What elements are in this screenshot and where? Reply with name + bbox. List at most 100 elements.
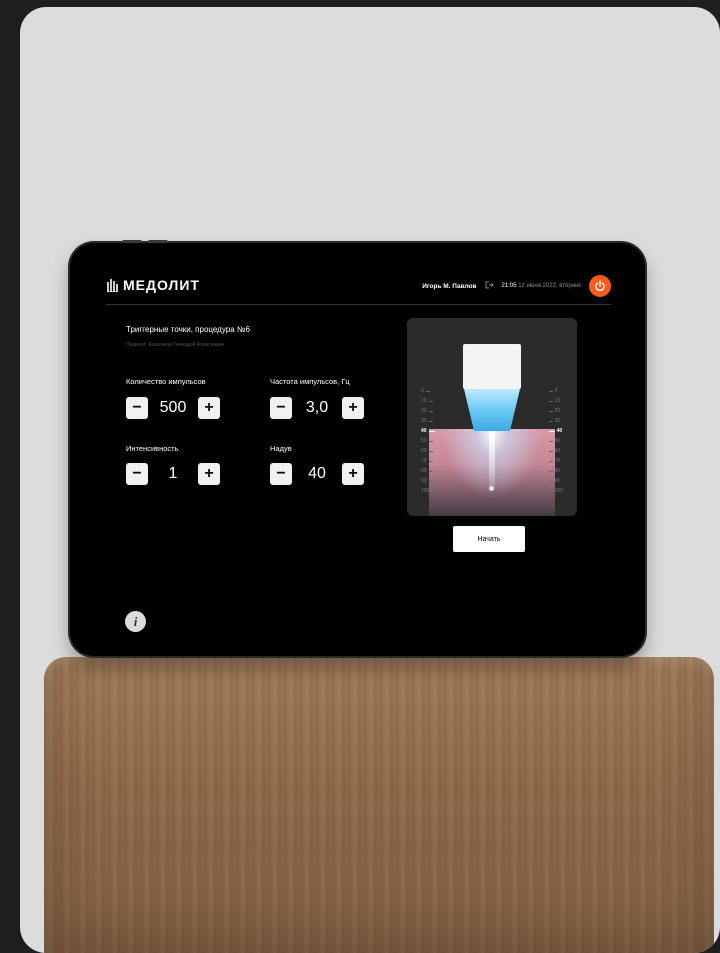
impulses-increment-button[interactable]: + bbox=[198, 397, 220, 419]
depth-tick-mark bbox=[431, 490, 436, 492]
depth-tick: 0 bbox=[548, 386, 563, 396]
depth-tick: 20 bbox=[421, 406, 435, 416]
depth-tick-mark bbox=[548, 490, 553, 492]
impulses-decrement-button[interactable]: − bbox=[126, 397, 148, 419]
depth-tick-mark bbox=[548, 440, 553, 442]
intensity-increment-button[interactable]: + bbox=[198, 463, 220, 485]
applicator-visualization: 0 10 20 30 40 50 60 70 80 90 100 0 10 20 30 40 50 60 70 80… bbox=[407, 318, 577, 516]
depth-tick-mark bbox=[428, 400, 433, 402]
intensity-label: Интенсивность bbox=[126, 444, 179, 453]
depth-tick: 20 bbox=[548, 406, 563, 416]
applicator-spray bbox=[464, 389, 520, 431]
depth-tick-mark bbox=[548, 460, 553, 462]
depth-tick-mark bbox=[428, 410, 433, 412]
depth-tick-mark bbox=[548, 450, 553, 452]
airflow-value[interactable]: 40 bbox=[292, 465, 342, 483]
depth-tick: 100 bbox=[421, 486, 436, 496]
depth-tick-mark bbox=[428, 450, 433, 452]
intensity-stepper: − 1 + bbox=[126, 463, 220, 485]
depth-tick-label: 40 bbox=[556, 428, 563, 434]
tablet-device: МЕДОЛИТ Игорь М. Павлов 21:05 12 июня 20… bbox=[70, 240, 645, 656]
depth-tick-mark bbox=[428, 440, 433, 442]
depth-tick-label: 10 bbox=[421, 398, 427, 404]
depth-scale-left: 0 10 20 30 40 50 60 70 80 90 100 bbox=[421, 386, 436, 496]
depth-tick-mark bbox=[548, 420, 553, 422]
depth-tick: 90 bbox=[548, 476, 563, 486]
logo-icon bbox=[107, 279, 118, 292]
depth-tick-label: 20 bbox=[421, 408, 427, 414]
depth-tick-mark bbox=[428, 480, 433, 482]
depth-tick-label: 30 bbox=[554, 418, 561, 424]
depth-tick-mark bbox=[548, 470, 553, 472]
current-time: 21:05 bbox=[501, 283, 517, 289]
airflow-increment-button[interactable]: + bbox=[342, 463, 364, 485]
impulses-label: Количество импульсов bbox=[126, 377, 206, 386]
intensity-value[interactable]: 1 bbox=[148, 465, 198, 483]
tablet-side-button bbox=[122, 240, 142, 243]
depth-tick: 50 bbox=[421, 436, 435, 446]
depth-tick: 100 bbox=[548, 486, 563, 496]
depth-scale-right: 0 10 20 30 40 50 60 70 80 90 100 bbox=[548, 386, 563, 496]
logout-icon[interactable] bbox=[485, 281, 494, 291]
user-name[interactable]: Игорь М. Павлов bbox=[422, 283, 476, 290]
depth-tick-mark bbox=[428, 460, 433, 462]
applicator-tip bbox=[463, 344, 521, 389]
depth-tick-mark bbox=[548, 400, 553, 402]
power-icon bbox=[595, 280, 605, 292]
intensity-decrement-button[interactable]: − bbox=[126, 463, 148, 485]
depth-tick-label: 20 bbox=[554, 408, 561, 414]
depth-tick: 50 bbox=[548, 436, 563, 446]
depth-tick-label: 10 bbox=[554, 398, 561, 404]
header-divider bbox=[106, 304, 611, 305]
impulses-stepper: − 500 + bbox=[126, 397, 220, 419]
depth-tick-mark bbox=[548, 410, 553, 412]
airflow-decrement-button[interactable]: − bbox=[270, 463, 292, 485]
top-bar: Игорь М. Павлов 21:05 12 июня 2022, втор… bbox=[422, 275, 611, 297]
brand-logo: МЕДОЛИТ bbox=[106, 277, 200, 293]
brand-name: МЕДОЛИТ bbox=[123, 277, 200, 293]
depth-tick-mark bbox=[425, 390, 430, 392]
depth-tick: 10 bbox=[548, 396, 563, 406]
airflow-stepper: − 40 + bbox=[270, 463, 364, 485]
depth-tick-label: 80 bbox=[554, 468, 561, 474]
frequency-label: Частота импульсов, Гц bbox=[270, 377, 350, 386]
depth-tick: 40 bbox=[421, 426, 435, 436]
frequency-increment-button[interactable]: + bbox=[342, 397, 364, 419]
depth-tick-label: 100 bbox=[421, 488, 430, 494]
depth-tick-label: 50 bbox=[421, 438, 427, 444]
power-button[interactable] bbox=[589, 275, 611, 297]
depth-tick: 10 bbox=[421, 396, 435, 406]
depth-tick-mark bbox=[548, 430, 555, 432]
depth-tick-label: 40 bbox=[421, 428, 427, 434]
start-button[interactable]: Начать bbox=[453, 526, 525, 552]
procedure-title: Триггерные точки, процедура №6 bbox=[126, 325, 250, 334]
info-icon[interactable]: i bbox=[125, 611, 146, 632]
frequency-stepper: − 3,0 + bbox=[270, 397, 364, 419]
depth-tick-label: 0 bbox=[421, 388, 424, 394]
depth-tick-label: 80 bbox=[421, 468, 427, 474]
depth-tick: 70 bbox=[548, 456, 563, 466]
focus-point bbox=[489, 486, 494, 491]
current-date: 12 июня 2022, вторник bbox=[518, 283, 581, 289]
depth-tick-label: 30 bbox=[421, 418, 427, 424]
depth-tick-mark bbox=[428, 430, 435, 432]
depth-tick: 60 bbox=[421, 446, 435, 456]
depth-tick-mark bbox=[548, 480, 553, 482]
depth-tick-mark bbox=[548, 390, 553, 392]
depth-tick: 80 bbox=[548, 466, 563, 476]
depth-tick: 0 bbox=[421, 386, 435, 396]
depth-tick-mark bbox=[428, 420, 433, 422]
impulses-value[interactable]: 500 bbox=[148, 399, 198, 417]
frequency-value[interactable]: 3,0 bbox=[292, 399, 342, 417]
depth-tick: 30 bbox=[421, 416, 435, 426]
depth-tick: 80 bbox=[421, 466, 435, 476]
depth-tick-label: 60 bbox=[421, 448, 427, 454]
depth-tick-label: 90 bbox=[554, 478, 561, 484]
depth-tick-label: 0 bbox=[554, 388, 558, 394]
wooden-stand bbox=[44, 657, 714, 953]
tablet-side-button bbox=[148, 240, 168, 243]
depth-tick: 40 bbox=[548, 426, 563, 436]
frequency-decrement-button[interactable]: − bbox=[270, 397, 292, 419]
depth-tick-label: 70 bbox=[421, 458, 427, 464]
depth-tick: 70 bbox=[421, 456, 435, 466]
